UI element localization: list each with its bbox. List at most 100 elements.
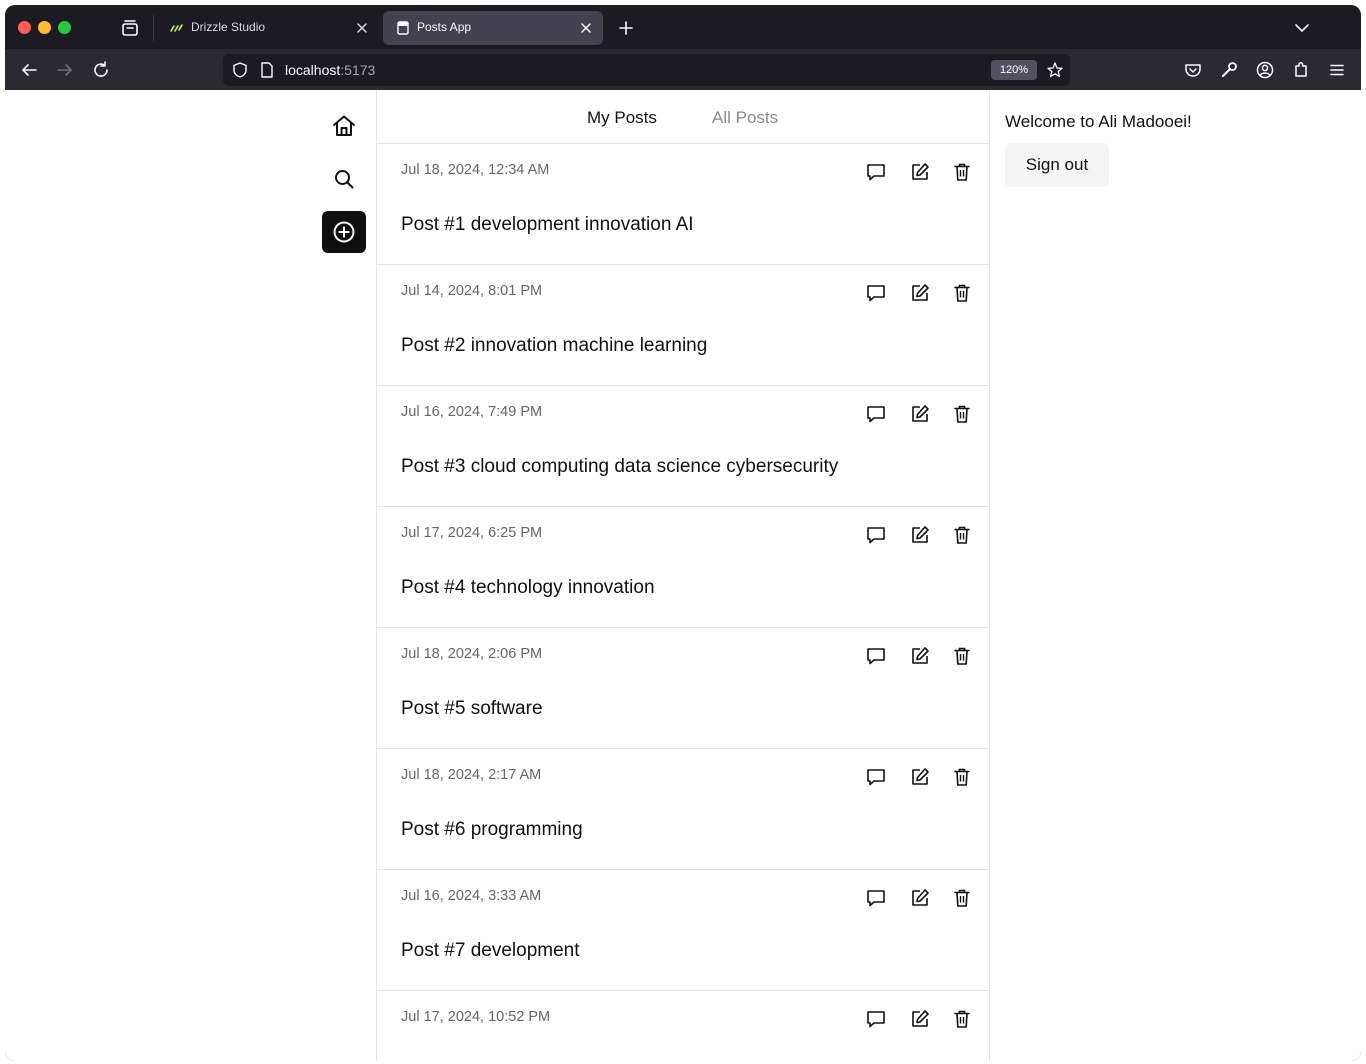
edit-button[interactable] (908, 644, 932, 668)
post-title: Post #5 software (401, 698, 543, 719)
home-button[interactable] (322, 105, 366, 147)
comment-button[interactable] (864, 644, 888, 668)
delete-button[interactable] (950, 281, 974, 305)
welcome-message: Welcome to Ali Madooei! (1005, 112, 1192, 131)
edit-button[interactable] (908, 402, 932, 426)
edit-button[interactable] (908, 523, 932, 547)
edit-button[interactable] (908, 765, 932, 789)
comment-icon (867, 769, 885, 786)
post-item: Jul 14, 2024, 8:01 PM Post #2 innovation… (377, 265, 989, 386)
trash-icon (954, 647, 970, 665)
delete-button[interactable] (950, 765, 974, 789)
chevron-down-icon[interactable] (1291, 17, 1313, 39)
comment-button[interactable] (864, 886, 888, 910)
page-info-icon[interactable] (259, 61, 275, 79)
delete-button[interactable] (950, 644, 974, 668)
edit-button[interactable] (908, 281, 932, 305)
zoom-level-badge[interactable]: 120% (991, 60, 1037, 80)
pocket-icon[interactable] (1182, 59, 1204, 81)
forward-arrow-icon[interactable] (54, 59, 76, 81)
post-date: Jul 16, 2024, 7:49 PM (401, 404, 543, 420)
browser-window: Drizzle Studio Posts App localhost:5173 … (5, 5, 1361, 1061)
delete-button[interactable] (950, 1007, 974, 1031)
post-item: Jul 17, 2024, 6:25 PM Post #4 technology… (377, 507, 989, 628)
url-host: localhost (285, 62, 341, 78)
comment-button[interactable] (864, 281, 888, 305)
post-date: Jul 16, 2024, 3:33 AM (401, 888, 542, 904)
delete-button[interactable] (950, 160, 974, 184)
delete-button[interactable] (950, 523, 974, 547)
post-item: Jul 17, 2024, 10:52 PM (377, 991, 989, 1061)
comment-button[interactable] (864, 1007, 888, 1031)
close-tab-icon[interactable] (353, 19, 371, 37)
post-title: Post #7 development (401, 940, 580, 961)
search-button[interactable] (322, 158, 366, 200)
post-item: Jul 16, 2024, 3:33 AM Post #7 developmen… (377, 870, 989, 991)
url-text[interactable]: localhost:5173 (285, 62, 375, 78)
post-item: Jul 18, 2024, 12:34 AM Post #1 developme… (377, 144, 989, 265)
edit-button[interactable] (908, 1007, 932, 1031)
post-item: Jul 18, 2024, 2:06 PM Post #5 software (377, 628, 989, 749)
trash-icon (954, 284, 970, 302)
edit-icon (912, 526, 929, 543)
comment-button[interactable] (864, 160, 888, 184)
tab-posts-app[interactable]: Posts App (383, 11, 603, 45)
page-icon (397, 21, 409, 35)
post-title: Post #6 programming (401, 819, 583, 840)
comment-icon (867, 285, 885, 302)
nav-toolbar: localhost:5173 120% (5, 49, 1361, 90)
left-nav (322, 90, 376, 1061)
comment-icon (867, 648, 885, 665)
post-title: Post #4 technology innovation (401, 577, 655, 598)
maximize-window-button[interactable] (58, 21, 71, 34)
post-item: Jul 16, 2024, 7:49 PM Post #3 cloud comp… (377, 386, 989, 507)
comment-icon (867, 406, 885, 423)
bookmark-star-icon[interactable] (1046, 61, 1064, 79)
search-icon (335, 170, 354, 189)
wrench-icon[interactable] (1218, 59, 1240, 81)
account-panel: Welcome to Ali Madooei! Sign out (1005, 90, 1361, 1061)
post-date: Jul 17, 2024, 10:52 PM (401, 1009, 551, 1025)
trash-icon (954, 526, 970, 544)
delete-button[interactable] (950, 402, 974, 426)
post-date: Jul 18, 2024, 2:17 AM (401, 767, 542, 783)
address-bar[interactable]: localhost:5173 120% (223, 54, 1070, 86)
tab-manager-icon[interactable] (119, 17, 141, 39)
tab-my-posts[interactable]: My Posts (587, 108, 657, 128)
edit-icon (912, 163, 929, 180)
post-date: Jul 18, 2024, 12:34 AM (401, 162, 550, 178)
trash-icon (954, 1010, 970, 1028)
tab-all-posts[interactable]: All Posts (712, 108, 778, 128)
edit-button[interactable] (908, 160, 932, 184)
page-viewport: My Posts All Posts Jul 18, 2024, 12:34 A… (5, 90, 1361, 1061)
extensions-icon[interactable] (1290, 59, 1312, 81)
post-title: Post #3 cloud computing data science cyb… (401, 456, 839, 477)
tab-drizzle-studio[interactable]: Drizzle Studio (157, 11, 379, 45)
close-window-button[interactable] (18, 21, 31, 34)
comment-icon (867, 890, 885, 907)
close-tab-icon[interactable] (577, 19, 595, 37)
trash-icon (954, 163, 970, 181)
shield-icon[interactable] (231, 61, 249, 79)
tab-title: Drizzle Studio (191, 20, 266, 34)
delete-button[interactable] (950, 886, 974, 910)
create-post-button[interactable] (322, 211, 366, 253)
comment-button[interactable] (864, 765, 888, 789)
comment-button[interactable] (864, 402, 888, 426)
minimize-window-button[interactable] (38, 21, 51, 34)
edit-button[interactable] (908, 886, 932, 910)
post-date: Jul 18, 2024, 2:06 PM (401, 646, 543, 662)
reload-icon[interactable] (90, 59, 112, 81)
plus-circle-icon (333, 221, 355, 243)
edit-icon (912, 1010, 929, 1027)
comment-button[interactable] (864, 523, 888, 547)
edit-icon (912, 889, 929, 906)
hamburger-menu-icon[interactable] (1326, 59, 1348, 81)
account-icon[interactable] (1254, 59, 1276, 81)
sign-out-button[interactable]: Sign out (1005, 143, 1109, 187)
post-list: Jul 18, 2024, 12:34 AM Post #1 developme… (377, 144, 989, 1061)
tab-separator (153, 15, 154, 41)
back-arrow-icon[interactable] (18, 59, 40, 81)
new-tab-icon[interactable] (615, 17, 637, 39)
post-title: Post #1 development innovation AI (401, 214, 694, 235)
